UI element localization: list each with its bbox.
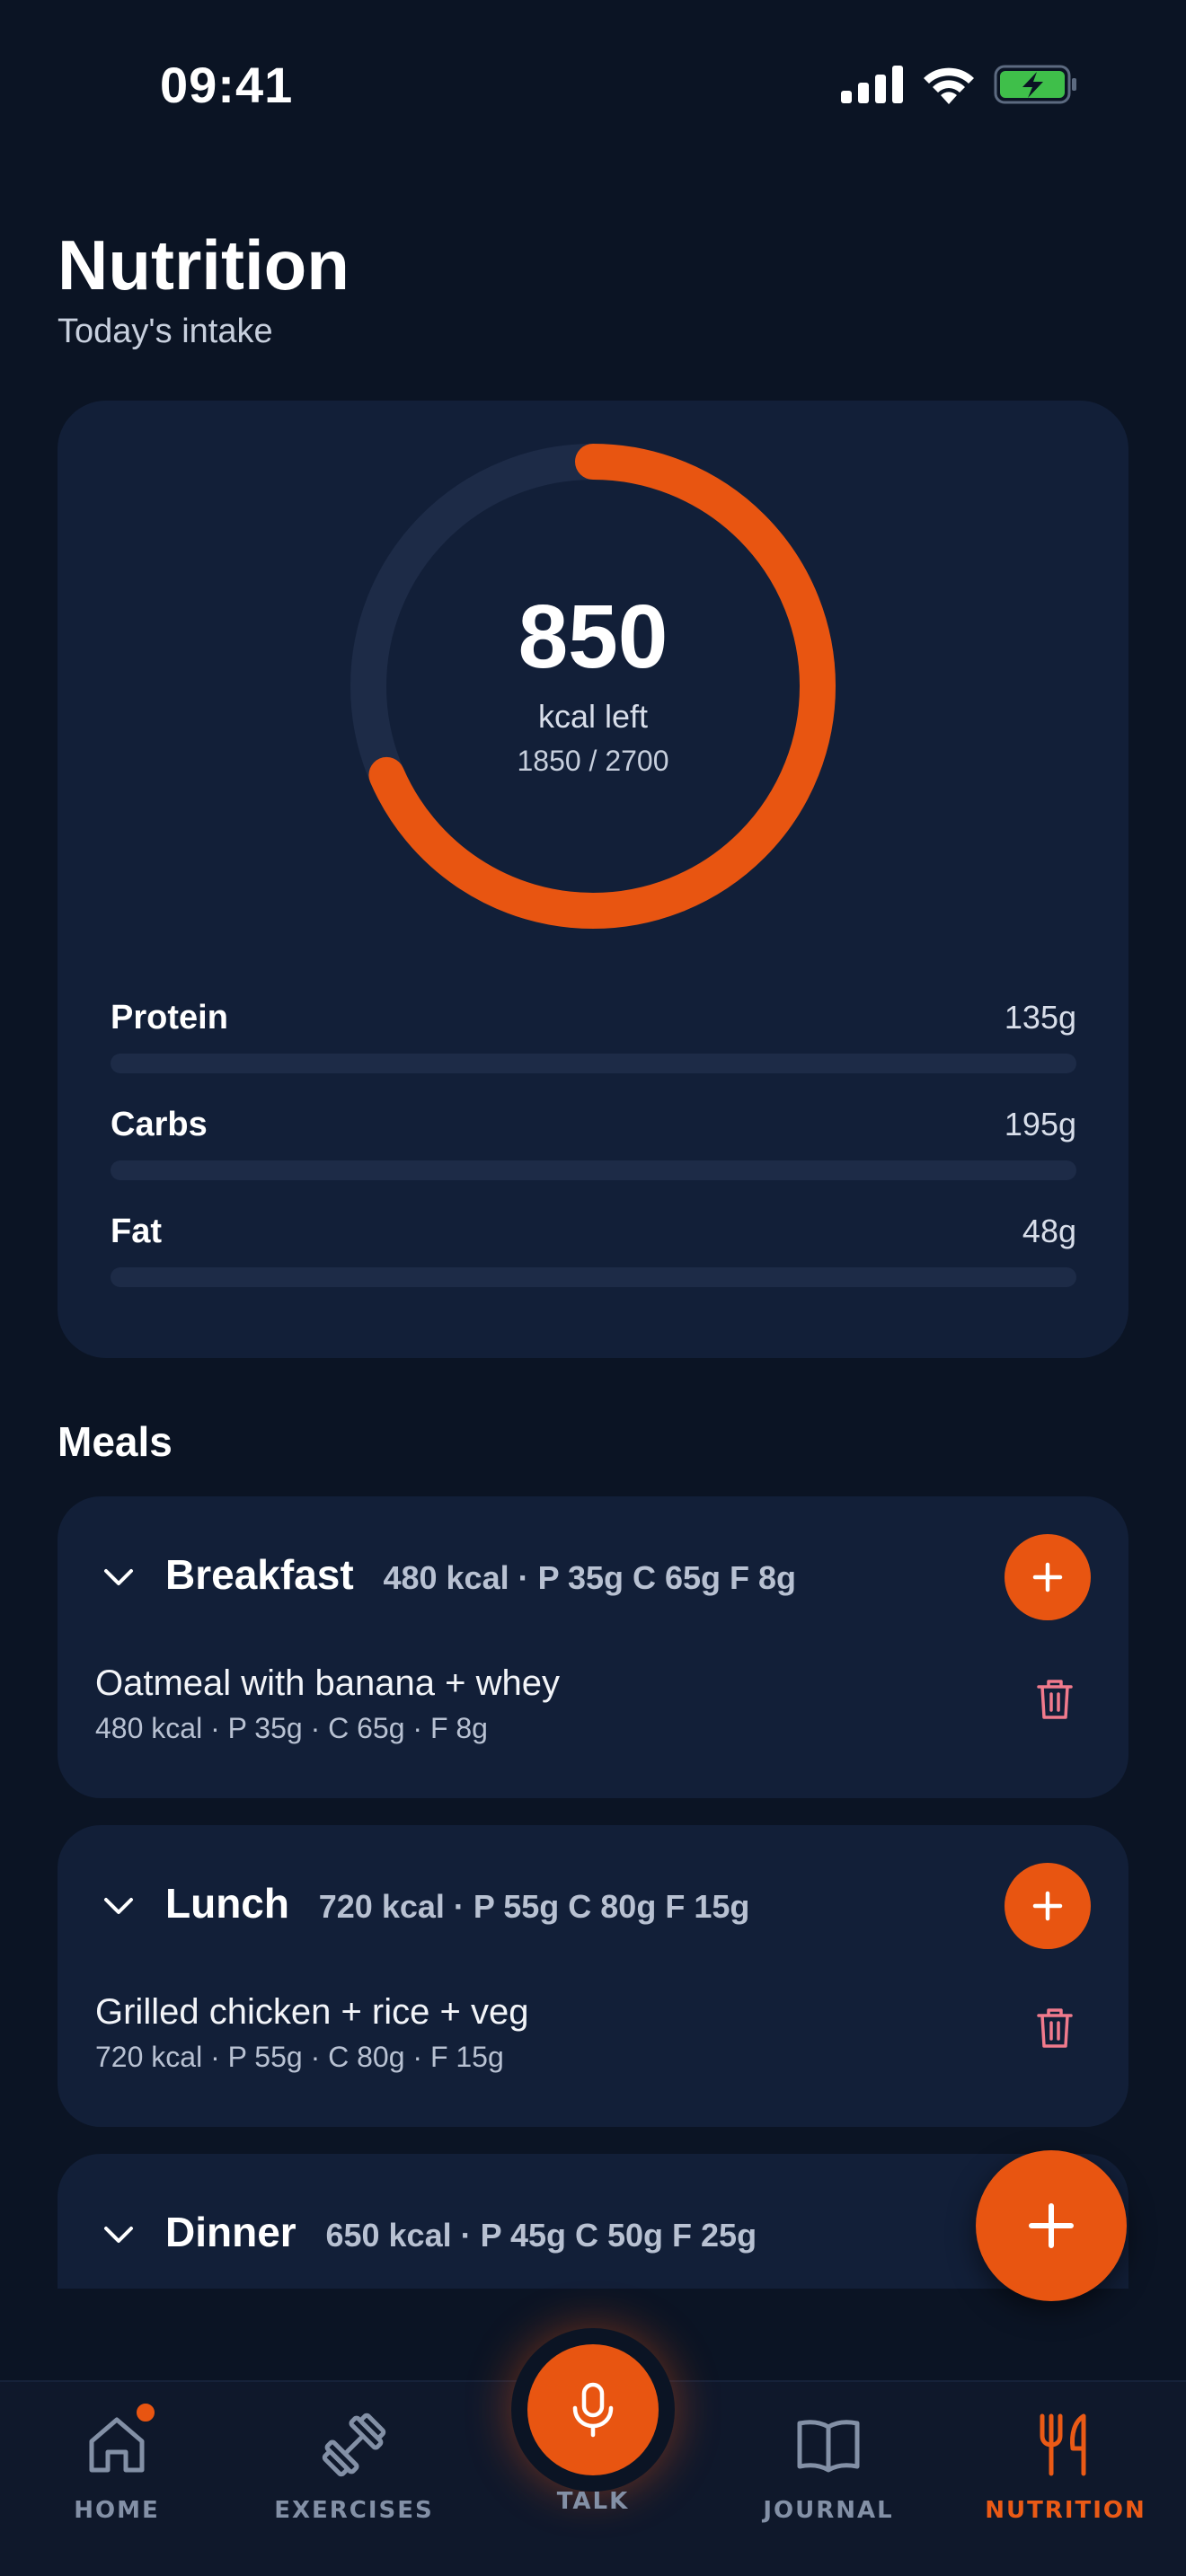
macro-value: 195g	[1004, 1106, 1076, 1142]
macro-name: Carbs	[111, 1106, 208, 1143]
tab-talk[interactable]	[511, 2328, 675, 2492]
tab-nutrition[interactable]: NUTRITION	[967, 2382, 1164, 2576]
tab-icon-wrap	[318, 2409, 390, 2481]
meal-header[interactable]: Breakfast 480 kcal · P 35g C 65g F 8g	[165, 1550, 796, 1599]
meal-header[interactable]: Lunch 720 kcal · P 55g C 80g F 15g	[165, 1879, 749, 1928]
food-entry-detail: 720 kcal · P 55g · C 80g · F 15g	[95, 2041, 504, 2073]
add-food-button[interactable]	[1005, 1863, 1091, 1949]
trash-icon[interactable]	[1033, 1676, 1076, 1723]
calorie-summary-card: 850 kcal left 1850 / 2700 Protein 135g C…	[58, 401, 1128, 1358]
notification-badge	[133, 2400, 158, 2425]
meal-card-dinner: Dinner 650 kcal · P 45g C 50g F 25g	[58, 2154, 1128, 2289]
status-time: 09:41	[160, 57, 294, 113]
macro-carbs: Carbs 195g	[111, 1106, 1076, 1180]
add-food-button[interactable]	[1005, 1534, 1091, 1620]
plus-icon	[1032, 1891, 1063, 1921]
calorie-ring-text: 850 kcal left 1850 / 2700	[350, 444, 836, 929]
meal-card-breakfast: Breakfast 480 kcal · P 35g C 65g F 8g Oa…	[58, 1496, 1128, 1798]
tab-icon-wrap	[792, 2409, 864, 2481]
meal-card-lunch: Lunch 720 kcal · P 55g C 80g F 15g Grill…	[58, 1825, 1128, 2127]
floating-add-button[interactable]	[976, 2150, 1127, 2301]
kcal-consumed-of-goal: 1850 / 2700	[517, 744, 669, 777]
microphone-icon	[572, 2382, 614, 2438]
cellular-signal-icon	[841, 66, 903, 103]
status-bar: 09:41	[0, 0, 1186, 171]
macro-protein: Protein 135g	[111, 999, 1076, 1073]
macro-progress-track	[111, 1054, 1076, 1073]
meal-summary: 480 kcal · P 35g C 65g F 8g	[383, 1559, 797, 1596]
tab-exercises[interactable]: EXERCISES	[255, 2382, 453, 2576]
tab-label: EXERCISES	[274, 2497, 434, 2524]
kcal-left-value: 850	[518, 586, 668, 687]
dumbbell-icon	[322, 2413, 386, 2477]
meals-section-title: Meals	[58, 1418, 173, 1465]
chevron-down-icon[interactable]	[101, 2217, 137, 2253]
plus-icon	[1029, 2203, 1074, 2248]
plus-icon	[1032, 1562, 1063, 1592]
tab-label: HOME	[74, 2497, 160, 2524]
meal-header[interactable]: Dinner 650 kcal · P 45g C 50g F 25g	[165, 2208, 757, 2256]
macro-name: Fat	[111, 1213, 162, 1250]
macro-value: 135g	[1004, 999, 1076, 1036]
kcal-left-label: kcal left	[537, 697, 649, 735]
wifi-icon	[924, 67, 974, 104]
battery-charging-icon	[994, 65, 1076, 104]
tab-label: TALK	[556, 2488, 630, 2515]
fork-knife-icon	[1040, 2413, 1086, 2476]
page-subtitle: Today's intake	[58, 313, 273, 350]
macro-value: 48g	[1022, 1213, 1076, 1249]
chevron-down-icon[interactable]	[101, 1559, 137, 1595]
macro-name: Protein	[111, 999, 228, 1037]
trash-icon[interactable]	[1033, 2005, 1076, 2051]
tab-icon-wrap	[1030, 2409, 1102, 2481]
chevron-down-icon[interactable]	[101, 1888, 137, 1924]
food-entry-detail: 480 kcal · P 35g · C 65g · F 8g	[95, 1712, 488, 1744]
tab-home[interactable]: HOME	[18, 2382, 216, 2576]
tab-label: JOURNAL	[763, 2497, 894, 2524]
tab-icon-wrap	[81, 2400, 158, 2481]
macro-fat: Fat 48g	[111, 1213, 1076, 1287]
page-title: Nutrition	[58, 225, 350, 304]
meal-name: Breakfast	[165, 1551, 354, 1598]
food-entry-name: Oatmeal with banana + whey	[95, 1663, 560, 1703]
calorie-ring: 850 kcal left 1850 / 2700	[350, 444, 836, 929]
food-entry-name: Grilled chicken + rice + veg	[95, 1992, 529, 2032]
macro-progress-track	[111, 1160, 1076, 1180]
meal-summary: 650 kcal · P 45g C 50g F 25g	[325, 2217, 757, 2254]
tab-journal[interactable]: JOURNAL	[730, 2382, 927, 2576]
meal-name: Dinner	[165, 2209, 296, 2255]
macro-progress-track	[111, 1267, 1076, 1287]
tab-label: NUTRITION	[985, 2497, 1146, 2524]
meal-name: Lunch	[165, 1880, 289, 1927]
meal-summary: 720 kcal · P 55g C 80g F 15g	[318, 1888, 750, 1925]
book-icon	[797, 2420, 860, 2473]
microphone-button[interactable]	[527, 2344, 659, 2475]
status-icons	[841, 65, 1078, 104]
